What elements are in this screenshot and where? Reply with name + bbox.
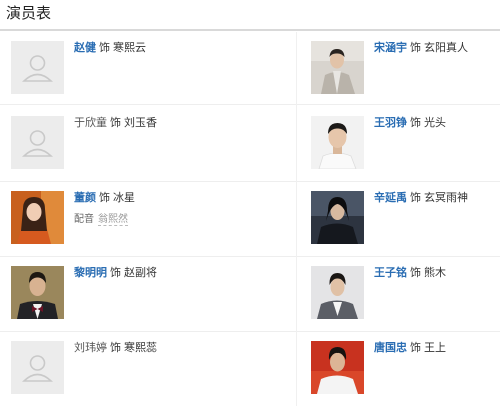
cast-entry: 王子铭饰熊木 bbox=[374, 266, 446, 280]
actor-name-link[interactable]: 董颜 bbox=[74, 191, 96, 204]
cast-entry: 唐国忠饰王上 bbox=[374, 341, 446, 355]
cast-entry: 王羽铮饰光头 bbox=[374, 116, 446, 130]
actor-photo[interactable] bbox=[11, 191, 64, 244]
cast-item: 唐国忠饰王上 bbox=[311, 341, 500, 395]
role-separator: 饰 bbox=[410, 41, 421, 54]
cast-entry: 宋涵宇饰玄阳真人 bbox=[374, 41, 468, 55]
actor-name-link[interactable]: 赵健 bbox=[74, 41, 96, 54]
actor-photo[interactable] bbox=[311, 341, 364, 394]
cast-entry: 刘玮婷饰寒熙蕊 bbox=[74, 341, 157, 355]
role-separator: 饰 bbox=[410, 266, 421, 279]
cast-entry: 董颜饰冰星 bbox=[74, 191, 135, 205]
cast-item: 王羽铮饰光头 bbox=[311, 116, 500, 170]
role-separator: 饰 bbox=[110, 116, 121, 129]
row-divider bbox=[0, 104, 500, 105]
cast-entry: 赵健饰寒熙云 bbox=[74, 41, 146, 55]
role-name: 熊木 bbox=[424, 266, 446, 279]
actor-name-link[interactable]: 唐国忠 bbox=[374, 341, 407, 354]
cast-item: 赵健饰寒熙云 bbox=[11, 41, 231, 95]
cast-entry: 黎明明饰赵副将 bbox=[74, 266, 157, 280]
role-name: 冰星 bbox=[113, 191, 135, 204]
dub-label: 配音 bbox=[74, 214, 94, 225]
column-divider bbox=[296, 32, 297, 406]
actor-photo[interactable] bbox=[11, 266, 64, 319]
actor-name-link[interactable]: 宋涵宇 bbox=[374, 41, 407, 54]
page-title: 演员表 bbox=[6, 4, 52, 22]
title-divider bbox=[0, 29, 500, 31]
role-name: 赵副将 bbox=[124, 266, 157, 279]
cast-item: 黎明明饰赵副将 bbox=[11, 266, 231, 320]
cast-item: 王子铭饰熊木 bbox=[311, 266, 500, 320]
actor-photo[interactable] bbox=[311, 191, 364, 244]
role-separator: 饰 bbox=[410, 116, 421, 129]
actor-photo[interactable] bbox=[311, 266, 364, 319]
cast-entry: 辛延禹饰玄冥雨神 bbox=[374, 191, 468, 205]
voice-actor-line: 配音 翁熙然 bbox=[74, 213, 128, 226]
role-separator: 饰 bbox=[410, 191, 421, 204]
cast-item: 刘玮婷饰寒熙蕊 bbox=[11, 341, 231, 395]
role-name: 玄阳真人 bbox=[424, 41, 468, 54]
actor-name-link[interactable]: 王子铭 bbox=[374, 266, 407, 279]
placeholder-avatar-icon[interactable] bbox=[11, 41, 64, 94]
role-separator: 饰 bbox=[110, 266, 121, 279]
actor-name: 于欣童 bbox=[74, 116, 107, 129]
actor-name-link[interactable]: 黎明明 bbox=[74, 266, 107, 279]
role-separator: 饰 bbox=[110, 341, 121, 354]
role-name: 玄冥雨神 bbox=[424, 191, 468, 204]
placeholder-avatar-icon[interactable] bbox=[11, 341, 64, 394]
role-name: 光头 bbox=[424, 116, 446, 129]
role-separator: 饰 bbox=[99, 191, 110, 204]
cast-item: 董颜饰冰星 配音 翁熙然 bbox=[11, 191, 231, 245]
role-name: 王上 bbox=[424, 341, 446, 354]
actor-photo[interactable] bbox=[311, 116, 364, 169]
role-name: 寒熙蕊 bbox=[124, 341, 157, 354]
cast-item: 于欣童饰刘玉香 bbox=[11, 116, 231, 170]
cast-entry: 于欣童饰刘玉香 bbox=[74, 116, 157, 130]
actor-photo[interactable] bbox=[311, 41, 364, 94]
role-name: 寒熙云 bbox=[113, 41, 146, 54]
actor-name-link[interactable]: 辛延禹 bbox=[374, 191, 407, 204]
actor-name: 刘玮婷 bbox=[74, 341, 107, 354]
cast-item: 宋涵宇饰玄阳真人 bbox=[311, 41, 500, 95]
row-divider bbox=[0, 331, 500, 332]
cast-item: 辛延禹饰玄冥雨神 bbox=[311, 191, 500, 245]
actor-name-link[interactable]: 王羽铮 bbox=[374, 116, 407, 129]
role-name: 刘玉香 bbox=[124, 116, 157, 129]
role-separator: 饰 bbox=[99, 41, 110, 54]
placeholder-avatar-icon[interactable] bbox=[11, 116, 64, 169]
role-separator: 饰 bbox=[410, 341, 421, 354]
row-divider bbox=[0, 181, 500, 182]
row-divider bbox=[0, 256, 500, 257]
voice-actor-link[interactable]: 翁熙然 bbox=[98, 214, 128, 226]
